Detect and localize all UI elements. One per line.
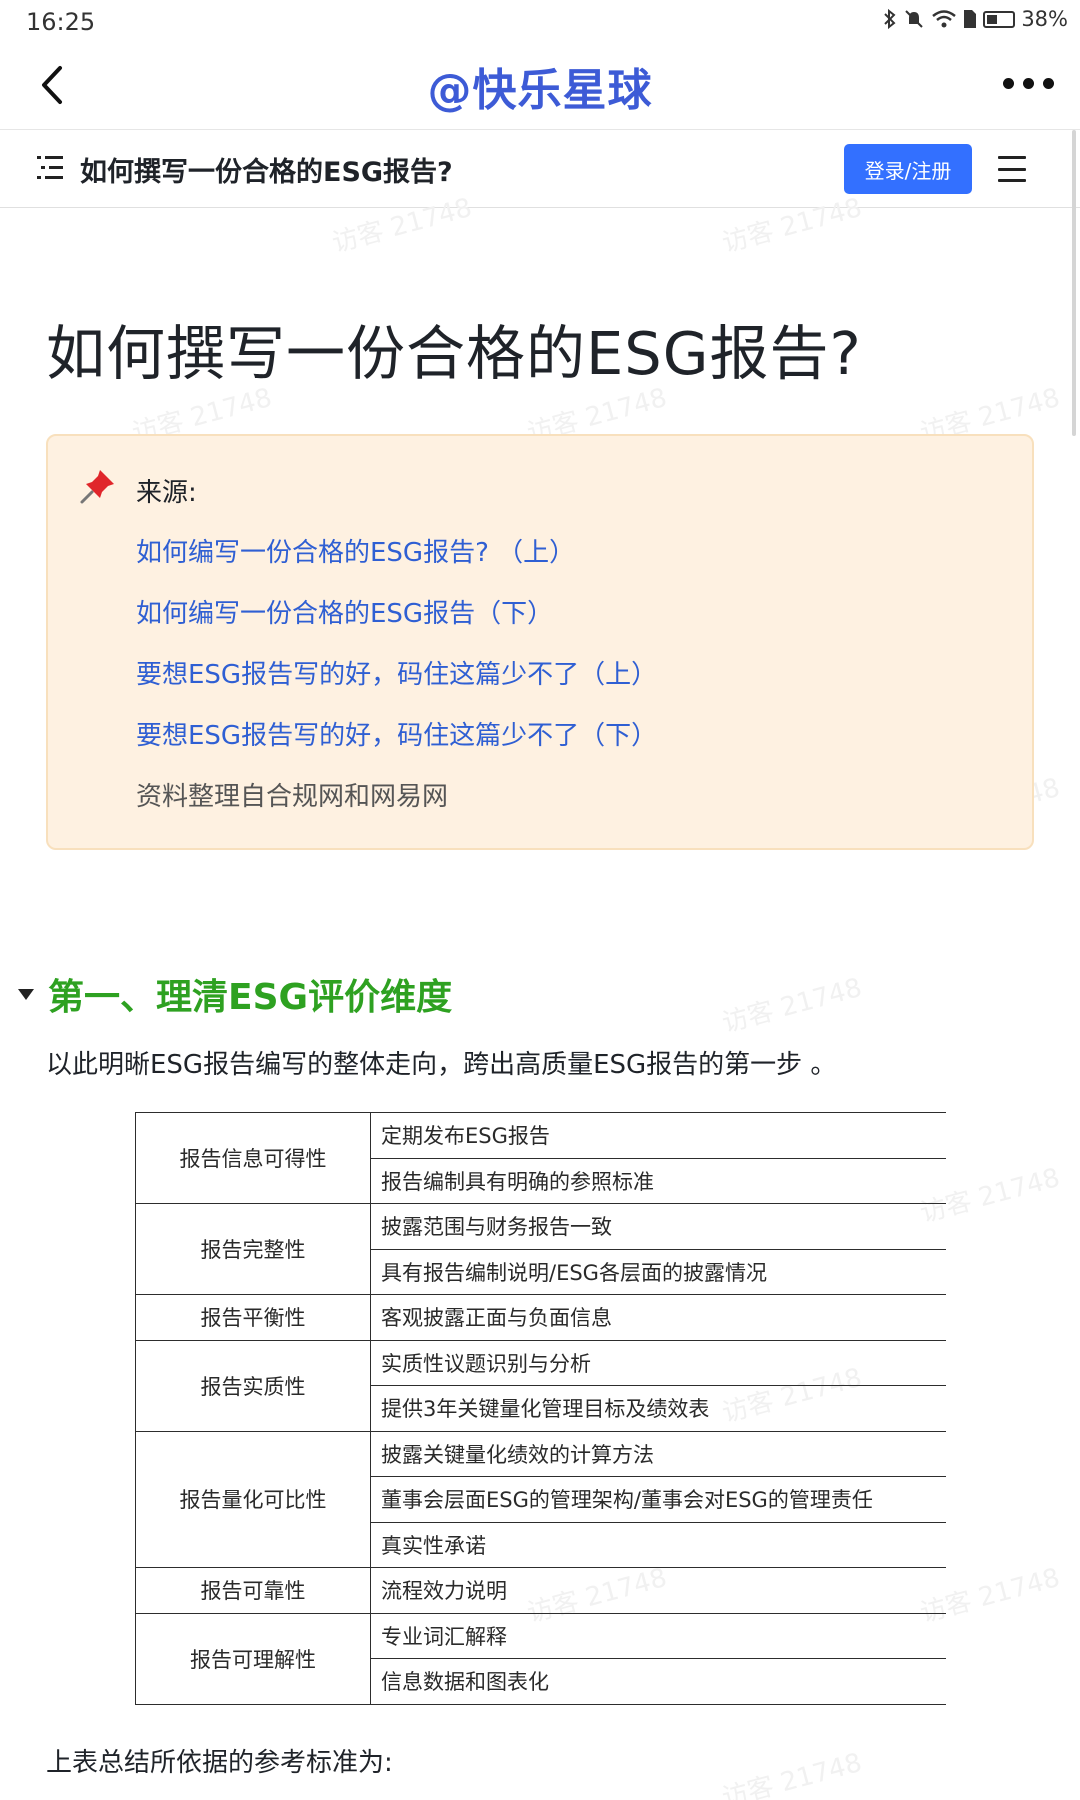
wifi-icon — [932, 10, 957, 28]
battery-icon — [983, 10, 1016, 28]
watermark: 访客 21748 — [719, 1747, 866, 1800]
table-row: 报告平衡性 客观披露正面与负面信息 — [135, 1294, 946, 1341]
scrollbar[interactable] — [1072, 130, 1076, 436]
item-cell: 提供3年关键量化管理目标及绩效表 — [370, 1385, 946, 1432]
section-intro: 以此明晰ESG报告编写的整体走向，跨出高质量ESG报告的第一步 。 — [46, 1050, 837, 1080]
nav-bar: @快乐星球 — [0, 44, 1080, 130]
dimension-cell: 报告实质性 — [135, 1339, 371, 1432]
table-row: 报告实质性 实质性议题识别与分析 — [135, 1339, 946, 1432]
table-row: 报告量化可比性 披露关键量化绩效的计算方法 — [135, 1430, 946, 1568]
more-dots-icon[interactable] — [1003, 78, 1054, 89]
nav-title: @快乐星球 — [427, 65, 653, 116]
callout-label: 来源: — [136, 478, 197, 508]
collapse-triangle-icon[interactable] — [18, 988, 34, 1000]
pushpin-icon — [80, 470, 114, 504]
esg-criteria-table: 报告信息可得性 定期发布ESG报告 报告编制具有明确的参照标准 报告完整性 披露… — [135, 1112, 946, 1705]
item-cell: 真实性承诺 — [370, 1521, 946, 1568]
source-link[interactable]: 要想ESG报告写的好，码住这篇少不了（上） — [136, 654, 657, 691]
table-row: 报告可理解性 专业词汇解释 — [135, 1612, 946, 1705]
toc-icon[interactable] — [34, 152, 66, 184]
dimension-cell: 报告完整性 — [135, 1203, 371, 1295]
item-cell: 披露范围与财务报告一致 — [370, 1203, 946, 1250]
item-cell: 董事会层面ESG的管理架构/董事会对ESG的管理责任 — [370, 1476, 946, 1523]
item-cell: 专业词汇解释 — [370, 1612, 946, 1659]
item-cell: 实质性议题识别与分析 — [370, 1339, 946, 1386]
status-time: 16:25 — [26, 8, 96, 36]
item-cell: 具有报告编制说明/ESG各层面的披露情况 — [370, 1248, 946, 1295]
status-icons: 38% — [883, 7, 1068, 31]
item-cell: 定期发布ESG报告 — [370, 1112, 946, 1159]
table-row: 报告信息可得性 定期发布ESG报告 — [135, 1112, 946, 1204]
section-heading: 第一、理清ESG评价维度 — [18, 968, 452, 1020]
watermark: 访客 21748 — [719, 972, 866, 1039]
source-callout: 来源: 如何编写一份合格的ESG报告? （上） 如何编写一份合格的ESG报告（下… — [46, 434, 1034, 850]
sim-icon — [964, 10, 977, 28]
dimension-cell: 报告量化可比性 — [135, 1430, 371, 1568]
source-link[interactable]: 要想ESG报告写的好，码住这篇少不了（下） — [136, 715, 657, 752]
section-title: 第一、理清ESG评价维度 — [48, 977, 453, 1018]
item-cell: 信息数据和图表化 — [370, 1658, 946, 1705]
battery-percent: 38% — [1021, 7, 1068, 31]
doc-bar-title: 如何撰写一份合格的ESG报告? — [80, 157, 453, 188]
item-cell: 报告编制具有明确的参照标准 — [370, 1157, 946, 1204]
dimension-cell: 报告平衡性 — [135, 1294, 371, 1341]
item-cell: 披露关键量化绩效的计算方法 — [370, 1430, 946, 1477]
dimension-cell: 报告可理解性 — [135, 1612, 371, 1705]
dimension-cell: 报告信息可得性 — [135, 1112, 371, 1204]
page-title: 如何撰写一份合格的ESG报告? — [46, 319, 862, 388]
status-bar: 16:25 38% — [0, 0, 1080, 44]
item-cell: 流程效力说明 — [370, 1567, 946, 1614]
table-row: 报告可靠性 流程效力说明 — [135, 1567, 946, 1614]
dimension-cell: 报告可靠性 — [135, 1567, 371, 1614]
source-link[interactable]: 如何编写一份合格的ESG报告（下） — [136, 593, 553, 630]
login-register-button[interactable]: 登录/注册 — [844, 144, 972, 194]
source-link[interactable]: 如何编写一份合格的ESG报告? （上） — [136, 532, 575, 569]
bluetooth-icon — [884, 8, 896, 30]
hamburger-menu-icon[interactable] — [998, 156, 1026, 182]
table-row: 报告完整性 披露范围与财务报告一致 — [135, 1203, 946, 1295]
doc-header-bar: 如何撰写一份合格的ESG报告? 登录/注册 — [0, 130, 1080, 208]
item-cell: 客观披露正面与负面信息 — [370, 1294, 946, 1341]
mute-icon — [905, 10, 924, 28]
callout-note: 资料整理自合规网和网易网 — [136, 782, 449, 812]
reference-standards-text: 上表总结所依据的参考标准为: — [46, 1748, 393, 1778]
